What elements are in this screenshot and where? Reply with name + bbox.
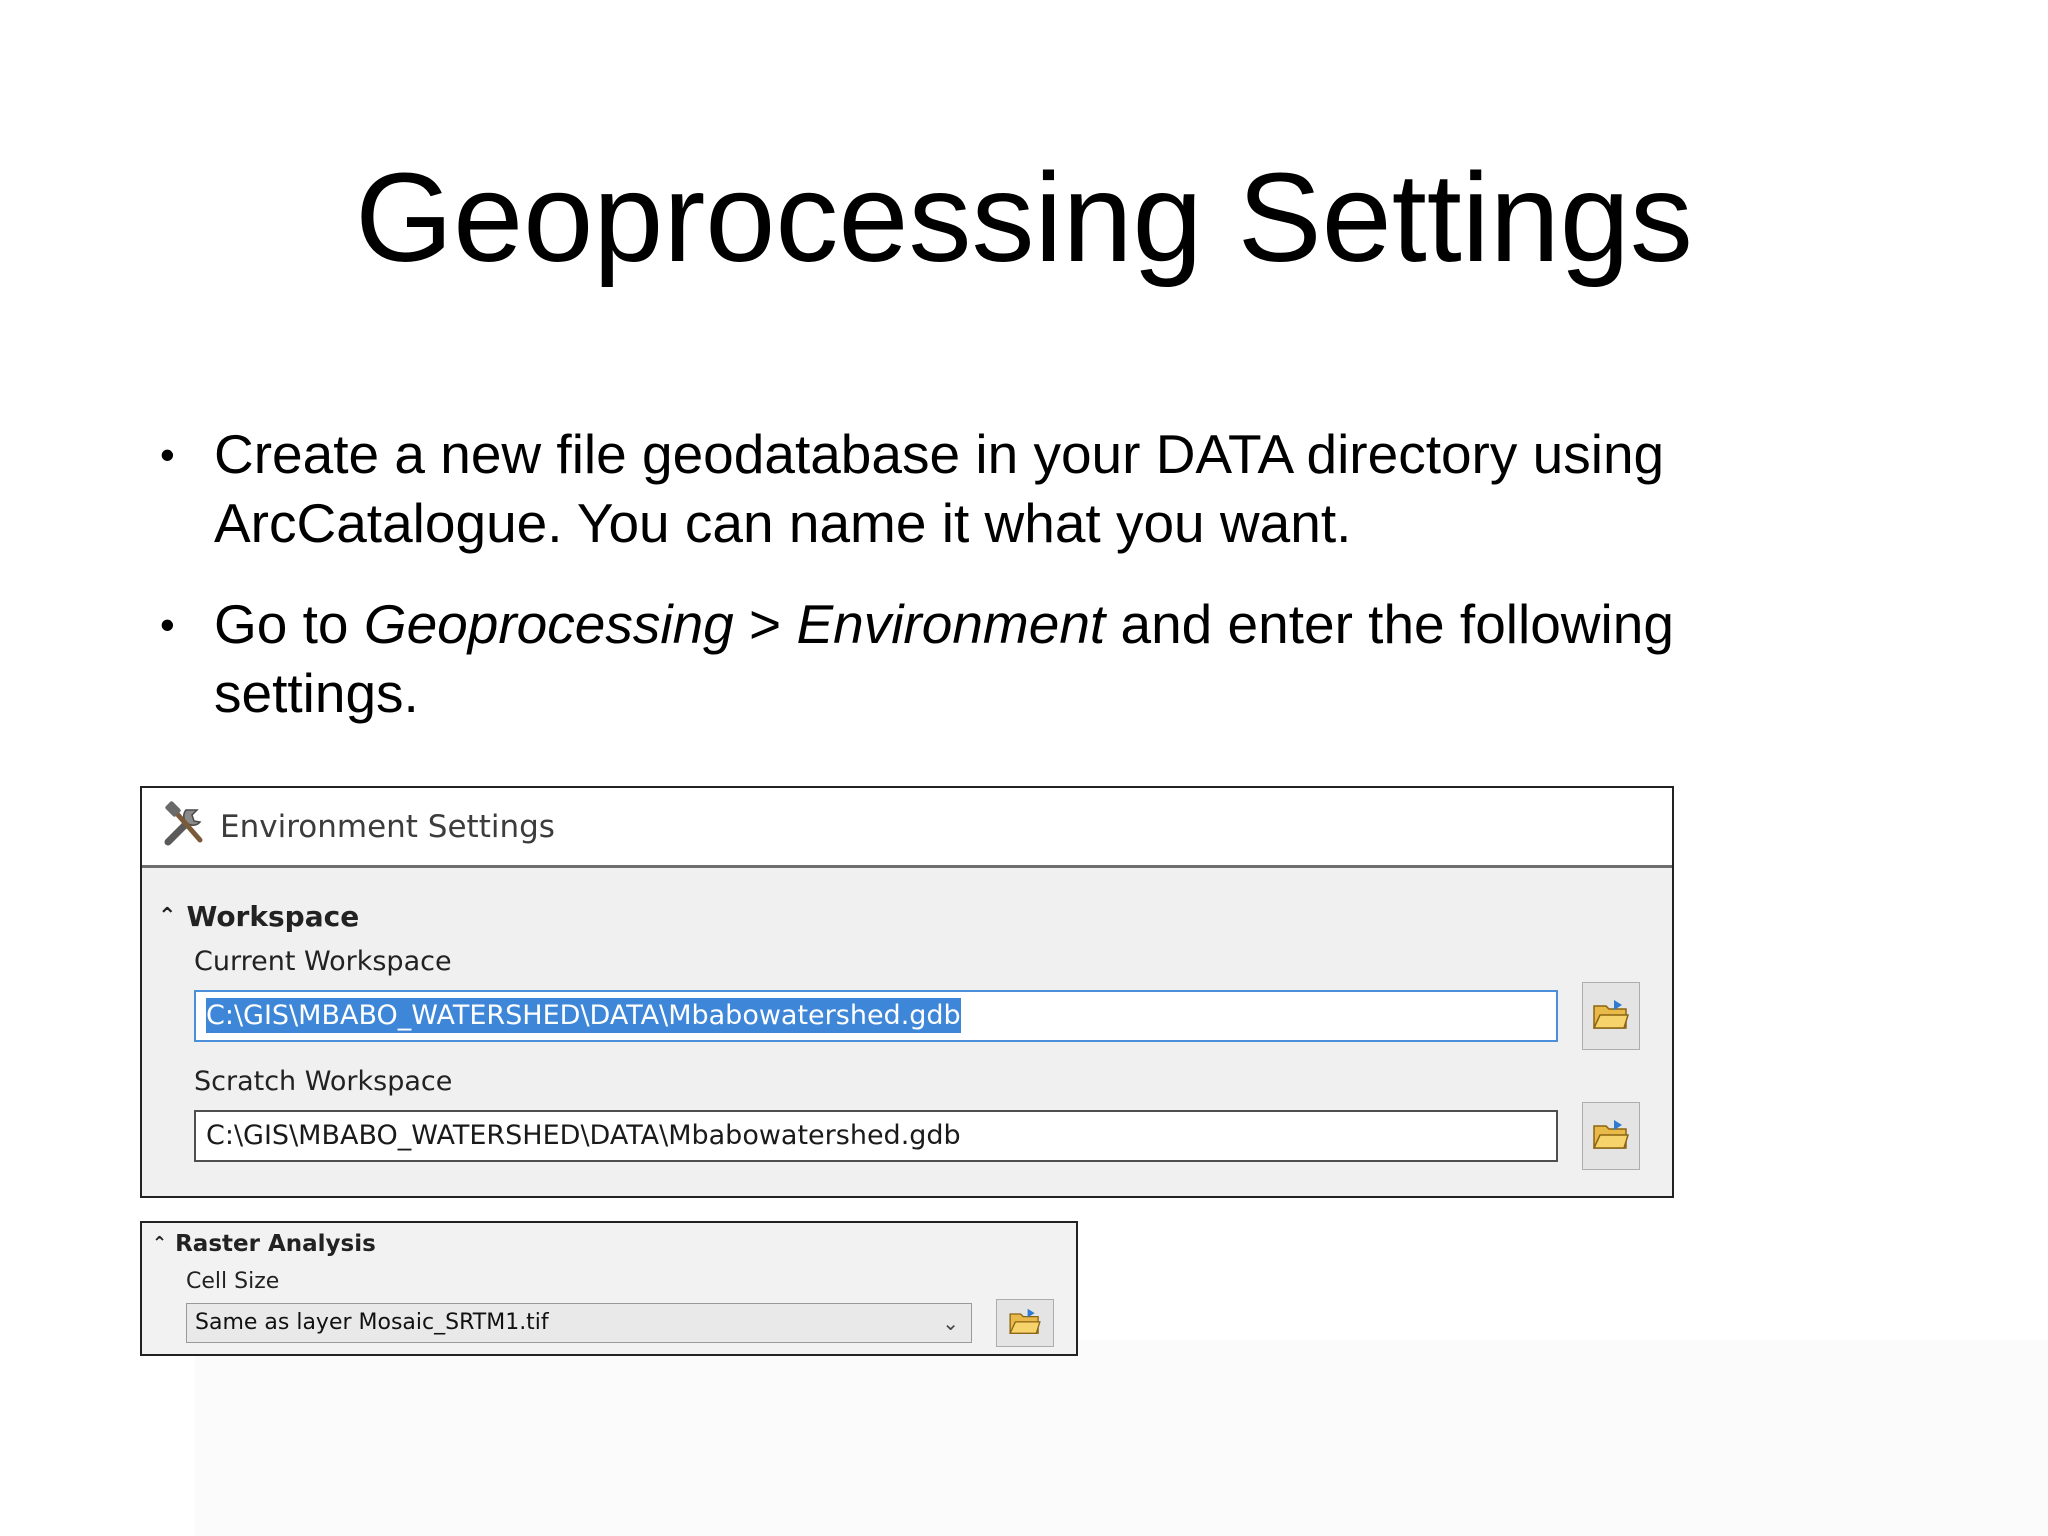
- raster-analysis-title: Raster Analysis: [175, 1231, 376, 1257]
- current-workspace-browse-button[interactable]: [1582, 982, 1640, 1050]
- scratch-workspace-browse-button[interactable]: [1582, 1102, 1640, 1170]
- slide-title: Geoprocessing Settings: [355, 147, 1693, 288]
- workspace-section-title: Workspace: [186, 900, 360, 933]
- bullet-dot-icon: •: [160, 431, 175, 478]
- environment-settings-header: Environment Settings: [142, 788, 1672, 868]
- chevron-down-icon: ⌄: [942, 1311, 959, 1335]
- bullet-item: • Go to Geoprocessing > Environment and …: [160, 590, 1780, 728]
- raster-analysis-panel: ⌃ Raster Analysis Cell Size Same as laye…: [140, 1221, 1078, 1356]
- bullet-item: • Create a new file geodatabase in your …: [160, 420, 1780, 558]
- current-workspace-value: C:\GIS\MBABO_WATERSHED\DATA\Mbabowatersh…: [206, 998, 961, 1033]
- menu-geoprocessing: Geoprocessing: [363, 593, 734, 655]
- menu-environment: Environment: [796, 593, 1106, 655]
- bullet-prefix: Go to: [214, 593, 364, 655]
- page-background: [195, 1340, 2048, 1536]
- scratch-workspace-label: Scratch Workspace: [194, 1066, 453, 1097]
- current-workspace-label: Current Workspace: [194, 946, 452, 977]
- environment-settings-panel: Environment Settings ⌃ Workspace Current…: [140, 786, 1674, 1198]
- scratch-workspace-input[interactable]: C:\GIS\MBABO_WATERSHED\DATA\Mbabowatersh…: [194, 1110, 1558, 1162]
- collapse-chevron-icon: ⌃: [158, 903, 177, 929]
- environment-settings-title: Environment Settings: [220, 808, 555, 845]
- bullet-text: Create a new file geodatabase in your DA…: [214, 423, 1665, 554]
- collapse-chevron-icon: ⌃: [152, 1233, 168, 1254]
- cell-size-browse-button[interactable]: [996, 1299, 1054, 1347]
- workspace-section-toggle[interactable]: ⌃ Workspace: [158, 900, 359, 933]
- open-folder-icon: [1592, 1118, 1630, 1154]
- menu-separator: >: [733, 593, 797, 655]
- bullet-dot-icon: •: [160, 601, 175, 648]
- tools-icon: [160, 800, 210, 854]
- bullet-list: • Create a new file geodatabase in your …: [160, 420, 1780, 760]
- open-folder-icon: [1008, 1307, 1042, 1339]
- cell-size-value: Same as layer Mosaic_SRTM1.tif: [195, 1310, 549, 1335]
- bullet-text: Go to Geoprocessing > Environment and en…: [214, 590, 1780, 728]
- open-folder-icon: [1592, 998, 1630, 1034]
- cell-size-label: Cell Size: [186, 1269, 280, 1294]
- current-workspace-input[interactable]: C:\GIS\MBABO_WATERSHED\DATA\Mbabowatersh…: [194, 990, 1558, 1042]
- raster-analysis-section-toggle[interactable]: ⌃ Raster Analysis: [152, 1231, 376, 1257]
- cell-size-dropdown[interactable]: Same as layer Mosaic_SRTM1.tif ⌄: [186, 1303, 972, 1343]
